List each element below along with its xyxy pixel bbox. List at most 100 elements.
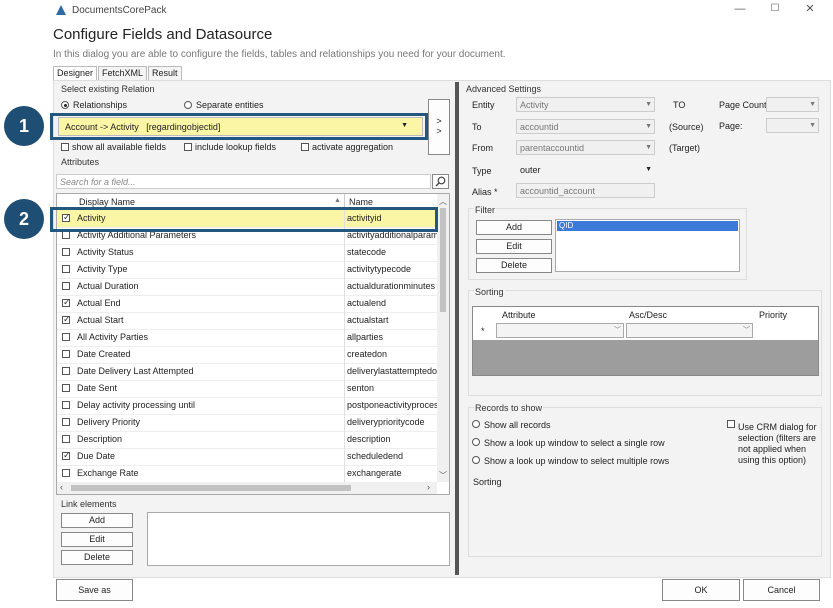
multiple-rows-label: Show a look up window to select multiple… (484, 456, 670, 466)
filter-delete-button[interactable]: Delete (476, 258, 552, 273)
maximize-icon[interactable]: ☐ (768, 3, 782, 15)
filter-edit-button[interactable]: Edit (476, 239, 552, 254)
page-select[interactable]: ▼ (766, 118, 819, 133)
all-records-radio[interactable] (472, 420, 480, 428)
use-crm-dialog-checkbox[interactable] (727, 420, 735, 428)
lookup-fields-checkbox[interactable] (184, 143, 192, 151)
tab-result[interactable]: Result (148, 66, 182, 80)
row-checkbox[interactable] (62, 248, 70, 256)
show-all-fields-label: show all available fields (72, 142, 167, 152)
scroll-down-icon[interactable]: ﹀ (439, 470, 447, 481)
type-select[interactable]: outer ▼ (516, 162, 655, 177)
scroll-left-icon[interactable]: ‹ (60, 482, 63, 492)
row-checkbox[interactable] (62, 401, 70, 409)
cancel-button[interactable]: Cancel (743, 579, 820, 601)
row-checkbox[interactable] (62, 231, 70, 239)
chevron-down-icon: ▼ (809, 122, 816, 129)
row-checkbox[interactable] (62, 314, 71, 325)
row-checkbox[interactable] (62, 297, 71, 308)
row-checkbox[interactable] (62, 469, 70, 477)
sorting-new-row[interactable]: * ﹀ ﹀ (473, 322, 818, 340)
chevron-down-icon: ▼ (645, 144, 652, 151)
sort-ascdesc-select[interactable]: ﹀ (626, 323, 753, 338)
separate-entities-radio[interactable] (184, 101, 192, 109)
row-display-name: Date Created (77, 349, 131, 359)
from-select[interactable]: parentaccountid ▼ (516, 140, 655, 155)
row-name: deliveryprioritycode (347, 417, 425, 427)
search-button[interactable] (432, 174, 449, 189)
table-row[interactable]: Actual Start actualstart (57, 312, 437, 330)
close-icon[interactable]: ✕ (803, 3, 817, 15)
alias-value: accountid_account (520, 186, 596, 196)
col-attribute[interactable]: Attribute (502, 310, 536, 320)
filter-list-item[interactable]: QID (557, 221, 738, 231)
panel-splitter[interactable] (455, 82, 459, 575)
records-group-label: Records to show (474, 403, 544, 413)
filter-list[interactable]: QID (555, 219, 740, 272)
field-search-input[interactable]: Search for a field... (56, 174, 431, 189)
table-row[interactable]: Due Date scheduledend (57, 448, 437, 466)
scroll-right-icon[interactable]: › (427, 482, 430, 492)
horizontal-scroll-thumb[interactable] (71, 485, 351, 491)
row-checkbox[interactable] (62, 333, 70, 341)
relationships-radio[interactable] (61, 101, 69, 109)
row-checkbox[interactable] (62, 265, 70, 273)
chevron-down-icon: ▼ (645, 123, 652, 130)
table-row[interactable]: Delay activity processing until postponea… (57, 397, 439, 415)
horizontal-scrollbar[interactable]: ‹ › (57, 482, 437, 494)
sorting-grid-header: Attribute Asc/Desc Priority (473, 307, 818, 323)
link-add-button[interactable]: Add (61, 513, 133, 528)
row-checkbox[interactable] (62, 367, 70, 375)
row-checkbox[interactable] (62, 350, 70, 358)
col-ascdesc[interactable]: Asc/Desc (629, 310, 667, 320)
col-name[interactable]: Name (349, 197, 373, 207)
advanced-settings-label: Advanced Settings (466, 84, 542, 94)
multiple-rows-radio[interactable] (472, 456, 480, 464)
link-elements-list[interactable] (147, 512, 450, 566)
tab-designer[interactable]: Designer (53, 66, 98, 80)
row-name: statecode (347, 247, 387, 257)
row-checkbox[interactable] (62, 435, 70, 443)
table-row[interactable]: Date Delivery Last Attempted deliverylast… (57, 363, 439, 381)
relation-group-label: Select existing Relation (61, 84, 155, 94)
scroll-up-icon[interactable]: ︿ (439, 196, 447, 207)
dialog-title: Configure Fields and Datasource (53, 26, 273, 43)
attributes-rows: Activityactivityid Activity Additional P… (57, 210, 439, 483)
minimize-icon[interactable]: — (733, 3, 747, 15)
tab-fetchxml[interactable]: FetchXML (98, 66, 148, 80)
ok-button[interactable]: OK (662, 579, 740, 601)
col-priority[interactable]: Priority (759, 310, 787, 320)
vertical-scroll-thumb[interactable] (440, 208, 446, 312)
table-row[interactable]: Date Created createdon (57, 346, 437, 364)
link-delete-button[interactable]: Delete (61, 550, 133, 565)
table-row[interactable]: Date Sent senton (57, 380, 437, 398)
from-value: parentaccountid (520, 143, 585, 153)
to-select[interactable]: accountid ▼ (516, 119, 655, 134)
table-row[interactable]: Description description (57, 431, 437, 449)
table-row[interactable]: Delivery Priority deliveryprioritycode (57, 414, 437, 432)
aggregation-checkbox[interactable] (301, 143, 309, 151)
show-all-fields-checkbox[interactable] (61, 143, 69, 151)
all-records-label: Show all records (484, 420, 551, 430)
entity-select[interactable]: Activity ▼ (516, 97, 655, 112)
row-checkbox[interactable] (62, 418, 70, 426)
row-checkbox[interactable] (62, 384, 70, 392)
col-display-name[interactable]: Display Name (79, 197, 135, 207)
link-edit-button[interactable]: Edit (61, 532, 133, 547)
table-row[interactable]: Activity Type activitytypecode (57, 261, 437, 279)
relation-side-button[interactable]: > > (428, 99, 450, 155)
alias-input[interactable]: accountid_account (516, 183, 655, 198)
table-row[interactable]: Activity Status statecode (57, 244, 437, 262)
save-as-button[interactable]: Save as (56, 579, 133, 601)
single-row-radio[interactable] (472, 438, 480, 446)
row-checkbox[interactable] (62, 282, 70, 290)
row-checkbox[interactable] (62, 450, 71, 461)
table-row[interactable]: Exchange Rate exchangerate (57, 465, 437, 483)
table-row[interactable]: Actual End actualend (57, 295, 437, 313)
table-row[interactable]: Actual Duration actualdurationminutes (57, 278, 437, 296)
table-row[interactable]: All Activity Parties allparties (57, 329, 437, 347)
filter-add-button[interactable]: Add (476, 220, 552, 235)
sort-attribute-select[interactable]: ﹀ (496, 323, 624, 338)
page-count-select[interactable]: ▼ (766, 97, 819, 112)
vertical-scrollbar[interactable]: ︿ ﹀ (437, 194, 449, 482)
